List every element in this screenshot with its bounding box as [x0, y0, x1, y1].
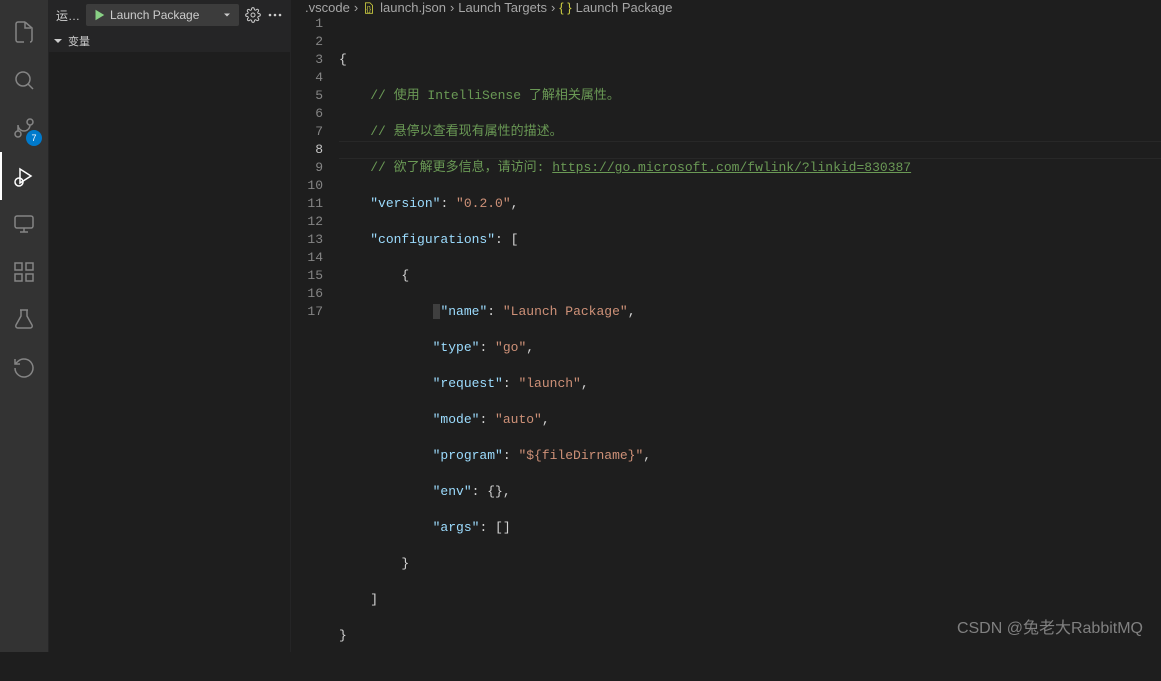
line-number: 4: [291, 69, 323, 87]
line-number: 8: [291, 141, 323, 159]
line-number: 17: [291, 303, 323, 321]
extensions-icon[interactable]: [0, 248, 48, 296]
source-control-badge: 7: [26, 130, 42, 146]
breadcrumb-folder[interactable]: .vscode: [305, 0, 350, 15]
line-number: 1: [291, 15, 323, 33]
line-number: 5: [291, 87, 323, 105]
config-selected-label: Launch Package: [110, 8, 199, 22]
line-number: 9: [291, 159, 323, 177]
editor-group: GOmain.go1GOdemo.impl.go1{ }launch.json×…: [291, 0, 1161, 652]
run-label: 运…: [56, 7, 80, 24]
line-number-gutter: 1234567891011121314151617: [291, 15, 339, 681]
line-number: 3: [291, 51, 323, 69]
breadcrumb-file[interactable]: {} launch.json: [362, 0, 446, 15]
breadcrumb[interactable]: .vscode › {} launch.json › Launch Target…: [291, 0, 1161, 15]
watermark: CSDN @兔老大RabbitMQ: [957, 614, 1143, 638]
line-number: 6: [291, 105, 323, 123]
line-number: 13: [291, 231, 323, 249]
source-control-icon[interactable]: 7: [0, 104, 48, 152]
svg-text:{}: {}: [367, 6, 372, 13]
testing-icon[interactable]: [0, 296, 48, 344]
search-icon[interactable]: [0, 56, 48, 104]
breadcrumb-symbol[interactable]: Launch Targets: [458, 0, 547, 15]
breadcrumb-symbol-2[interactable]: { } Launch Package: [559, 0, 672, 15]
variables-label: 变量: [68, 33, 90, 49]
debug-header: 运… Launch Package: [48, 0, 291, 30]
launch-config-dropdown[interactable]: Launch Package: [86, 4, 239, 26]
line-number: 10: [291, 177, 323, 195]
line-number: 14: [291, 249, 323, 267]
line-number: 11: [291, 195, 323, 213]
remote-explorer-icon[interactable]: [0, 200, 48, 248]
variables-section-header[interactable]: 变量: [48, 30, 291, 52]
gear-icon[interactable]: [245, 7, 261, 23]
run-debug-icon[interactable]: [0, 152, 48, 200]
line-number: 7: [291, 123, 323, 141]
activity-bar: 7: [0, 0, 48, 652]
code-content[interactable]: { // 使用 IntelliSense 了解相关属性。 // 悬停以查看现有属…: [339, 15, 1161, 681]
more-icon[interactable]: [267, 7, 283, 23]
current-line-highlight: [339, 141, 1161, 159]
explorer-icon[interactable]: [0, 8, 48, 56]
line-number: 15: [291, 267, 323, 285]
line-number: 16: [291, 285, 323, 303]
line-number: 2: [291, 33, 323, 51]
code-editor[interactable]: 1234567891011121314151617 { // 使用 Intell…: [291, 15, 1161, 681]
line-number: 12: [291, 213, 323, 231]
history-icon[interactable]: [0, 344, 48, 392]
debug-sidebar: 运… Launch Package 变量: [48, 0, 291, 652]
variables-panel: [49, 52, 290, 652]
